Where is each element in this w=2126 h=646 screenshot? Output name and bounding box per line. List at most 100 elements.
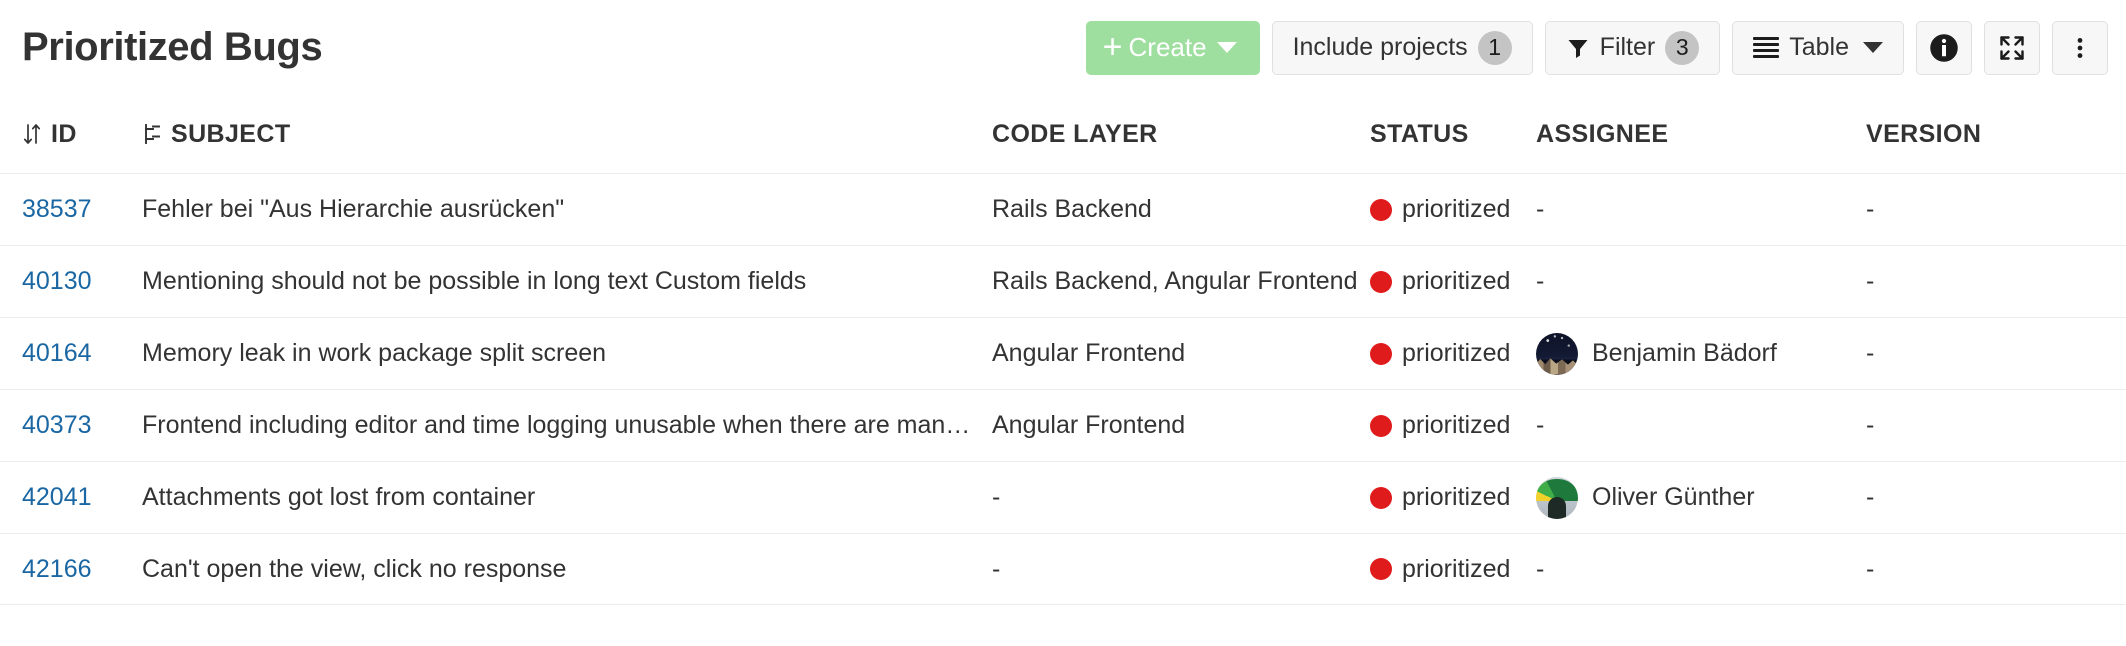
more-options-button[interactable] [2052,20,2108,75]
cell-status: prioritized [1370,411,1536,440]
info-circle-icon [1929,33,1959,63]
cell-id: 42041 [22,483,142,512]
cell-id: 38537 [22,195,142,224]
column-header-subject[interactable]: SUBJECT [142,120,992,149]
cell-id: 40130 [22,267,142,296]
cell-version: - [1866,411,1875,439]
plus-icon: + [1102,27,1123,66]
column-header-assignee[interactable]: ASSIGNEE [1536,120,1866,149]
more-vertical-icon [2067,35,2093,61]
avatar [1536,476,1578,519]
include-projects-button[interactable]: Include projects 1 [1271,20,1533,75]
include-projects-count-badge: 1 [1477,30,1512,65]
filter-count-badge: 3 [1665,30,1700,65]
status-dot-icon [1370,486,1392,509]
status-dot-icon [1370,414,1392,437]
subject-text: Mentioning should not be possible in lon… [142,267,807,295]
status-dot-icon [1370,198,1392,221]
assignee-name: Benjamin Bädorf [1592,339,1777,367]
column-header-status-label: STATUS [1370,119,1469,148]
cell-status: prioritized [1370,195,1536,224]
subject-text: Attachments got lost from container [142,483,536,511]
status-dot-icon [1370,270,1392,293]
column-header-assignee-label: ASSIGNEE [1536,119,1669,148]
cell-subject: Attachments got lost from container [142,483,992,512]
table-view-label: Table [1789,33,1849,61]
create-button-label: Create [1128,32,1207,62]
work-package-id-link[interactable]: 40373 [22,411,92,439]
table-row[interactable]: 40164 Memory leak in work package split … [0,317,2126,389]
assignee-name: - [1536,195,1545,223]
cell-assignee: - [1536,267,1866,296]
column-header-id-label: ID [51,119,77,148]
cell-version: - [1866,195,1875,223]
status-badge: prioritized [1402,267,1511,295]
filter-button[interactable]: Filter 3 [1544,20,1721,75]
cell-status: prioritized [1370,267,1536,296]
table-row[interactable]: 38537 Fehler bei "Aus Hierarchie ausrück… [0,173,2126,245]
cell-assignee: Benjamin Bädorf [1536,332,1866,375]
cell-subject: Fehler bei "Aus Hierarchie ausrücken" [142,195,992,224]
status-dot-icon [1370,558,1392,580]
status-badge: prioritized [1402,411,1511,439]
subject-text: Can't open the view, click no response [142,554,567,583]
cell-subject: Mentioning should not be possible in lon… [142,267,992,296]
assignee-name: - [1536,267,1545,295]
list-rows-icon [1753,37,1780,58]
column-header-version-label: VERSION [1866,119,1982,148]
column-header-code-layer[interactable]: CODE LAYER [992,120,1370,149]
avatar [1536,332,1578,375]
cell-status: prioritized [1370,555,1536,584]
work-package-id-link[interactable]: 40164 [22,339,92,367]
table-row[interactable]: 42041 Attachments got lost from containe… [0,461,2126,533]
cell-version: - [1866,554,1875,583]
expand-arrows-icon [1998,34,2026,62]
cell-version: - [1866,339,1875,367]
subject-text: Memory leak in work package split screen [142,339,607,367]
cell-subject: Frontend including editor and time loggi… [142,411,992,440]
hierarchy-tree-icon[interactable] [142,123,162,145]
work-package-id-link[interactable]: 40130 [22,267,92,295]
page-title: Prioritized Bugs [22,25,323,69]
sort-arrows-icon[interactable] [22,121,42,147]
cell-assignee: Oliver Günther [1536,476,1866,519]
cell-code-layer: Angular Frontend [992,411,1186,439]
page-toolbar: Prioritized Bugs + Create Include projec… [0,0,2126,95]
work-package-id-link[interactable]: 42166 [22,555,92,583]
column-header-version[interactable]: VERSION [1866,120,2066,149]
table-row[interactable]: 42166 Can't open the view, click no resp… [0,533,2126,605]
column-header-status[interactable]: STATUS [1370,120,1536,149]
cell-assignee: - [1536,411,1866,440]
filter-label: Filter [1599,33,1656,61]
table-row[interactable]: 40373 Frontend including editor and time… [0,389,2126,461]
work-package-id-link[interactable]: 38537 [22,195,92,223]
fullscreen-button[interactable] [1984,20,2040,75]
column-header-code-layer-label: CODE LAYER [992,119,1158,148]
status-badge: prioritized [1402,554,1511,583]
table-header-row: ID SUBJECT CODE LAYER STATUS ASSIGNEE VE… [0,95,2126,173]
cell-status: prioritized [1370,483,1536,512]
chevron-down-icon [1216,42,1237,53]
work-package-id-link[interactable]: 42041 [22,483,92,511]
cell-id: 40373 [22,411,142,440]
column-header-id[interactable]: ID [22,120,142,149]
status-dot-icon [1370,342,1392,365]
table-row[interactable]: 40130 Mentioning should not be possible … [0,245,2126,317]
include-projects-label: Include projects [1292,33,1468,61]
cell-code-layer: Rails Backend, Angular Frontend [992,267,1358,295]
cell-assignee: - [1536,195,1866,224]
assignee-name: - [1536,554,1545,583]
subject-text: Frontend including editor and time loggi… [142,411,982,439]
cell-code-layer: - [992,554,1001,583]
cell-status: prioritized [1370,339,1536,368]
cell-code-layer: Angular Frontend [992,339,1186,367]
table-view-button[interactable]: Table [1732,20,1904,75]
create-button[interactable]: + Create [1085,20,1260,75]
subject-text: Fehler bei "Aus Hierarchie ausrücken" [142,195,565,223]
cell-subject: Can't open the view, click no response [142,555,992,584]
info-button[interactable] [1916,20,1972,75]
toolbar-actions: + Create Include projects 1 Filter 3 Tab… [1085,20,2108,75]
cell-version: - [1866,483,1875,511]
chevron-down-icon [1863,42,1883,53]
column-header-subject-label: SUBJECT [171,119,291,148]
